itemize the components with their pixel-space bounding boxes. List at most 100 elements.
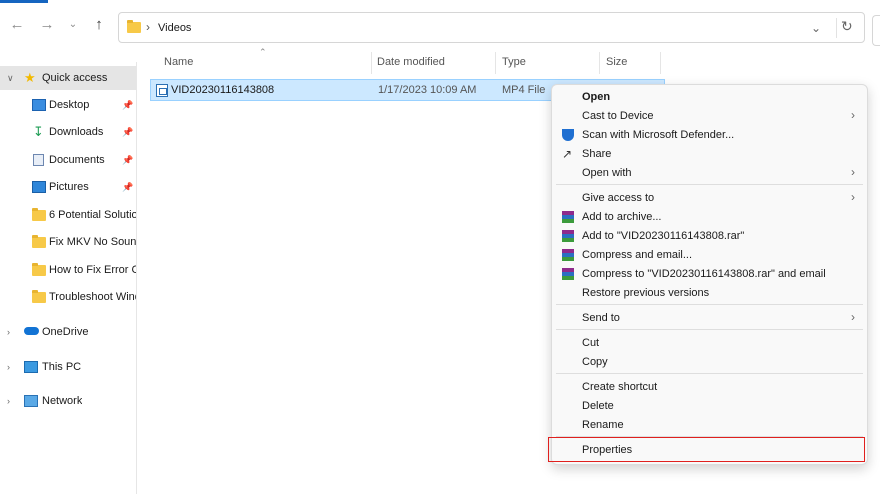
menu-item-give-access[interactable]: Give access to › <box>552 189 867 208</box>
sidebar-item-onedrive[interactable]: › OneDrive <box>0 320 136 344</box>
menu-item-rename[interactable]: Rename <box>552 416 867 435</box>
arrow-left-icon: ← <box>9 15 25 33</box>
winrar-icon <box>562 268 574 280</box>
search-box[interactable] <box>872 15 880 46</box>
computer-icon <box>24 361 38 373</box>
menu-item-cut[interactable]: Cut <box>552 334 867 353</box>
menu-separator <box>556 373 863 374</box>
menu-item-label: Send to <box>582 312 620 324</box>
submenu-chevron-icon: › <box>851 108 855 122</box>
refresh-icon[interactable]: ↻ <box>841 18 853 35</box>
document-icon <box>33 154 44 166</box>
address-dropdown-icon[interactable]: ⌄ <box>811 21 821 35</box>
sidebar-item-network[interactable]: › Network <box>0 389 136 413</box>
menu-item-label: Open <box>582 91 611 103</box>
sidebar-item-label: This PC <box>42 361 82 373</box>
file-type: MP4 File <box>502 84 546 96</box>
arrow-right-icon: → <box>39 15 55 33</box>
sidebar-item-pictures[interactable]: Pictures 📌 <box>0 175 136 199</box>
menu-item-copy[interactable]: Copy <box>552 353 867 372</box>
address-divider <box>836 18 837 38</box>
expand-chevron-icon[interactable]: › <box>7 327 10 337</box>
menu-item-label: Add to "VID20230116143808.rar" <box>582 230 745 242</box>
menu-item-cast-to-device[interactable]: Cast to Device › <box>552 107 867 126</box>
back-button[interactable]: ← <box>8 15 26 33</box>
menu-item-label: Compress to "VID20230116143808.rar" and … <box>582 268 826 280</box>
column-header-date[interactable]: Date modified <box>377 56 445 68</box>
network-icon <box>24 395 38 407</box>
navigation-pane: ∨ ★ Quick access Desktop 📌 ↧ Downloads 📌… <box>0 62 137 494</box>
menu-item-share[interactable]: ↗ Share <box>552 145 867 164</box>
menu-item-label: Open with <box>582 167 632 179</box>
sidebar-item-label: Fix MKV No Sound <box>49 236 136 248</box>
sidebar-item-this-pc[interactable]: › This PC <box>0 355 136 379</box>
sidebar-item-quick-access[interactable]: ∨ ★ Quick access <box>0 66 136 90</box>
up-button[interactable]: ↑ <box>90 15 108 33</box>
winrar-icon <box>562 230 574 242</box>
menu-item-compress-email[interactable]: Compress and email... <box>552 246 867 265</box>
menu-separator <box>556 329 863 330</box>
winrar-icon <box>562 211 574 223</box>
star-icon: ★ <box>24 70 36 85</box>
file-name: VID20230116143808 <box>171 84 275 96</box>
menu-item-restore-previous[interactable]: Restore previous versions <box>552 284 867 303</box>
column-divider[interactable] <box>660 52 661 74</box>
column-divider[interactable] <box>599 52 600 74</box>
desktop-icon <box>32 99 46 111</box>
sidebar-item-folder[interactable]: Fix MKV No Sound <box>0 230 136 254</box>
column-headers: ⌃ Name Date modified Type Size <box>137 47 880 74</box>
download-icon: ↧ <box>33 124 44 139</box>
menu-item-open-with[interactable]: Open with › <box>552 164 867 183</box>
sidebar-item-folder[interactable]: How to Fix Error Co <box>0 258 136 282</box>
share-icon: ↗ <box>562 147 573 161</box>
menu-item-label: Delete <box>582 400 614 412</box>
menu-item-compress-rar-email[interactable]: Compress to "VID20230116143808.rar" and … <box>552 265 867 284</box>
menu-item-add-to-archive[interactable]: Add to archive... <box>552 208 867 227</box>
column-divider[interactable] <box>495 52 496 74</box>
address-bar[interactable]: › Videos ⌄ ↻ <box>118 12 865 43</box>
menu-item-label: Compress and email... <box>582 249 693 261</box>
menu-item-label: Rename <box>582 419 624 431</box>
folder-icon <box>32 208 46 222</box>
expand-chevron-icon[interactable]: › <box>7 362 10 372</box>
column-header-name[interactable]: Name <box>164 56 193 68</box>
sidebar-item-label: Quick access <box>42 72 108 84</box>
sidebar-item-label: Troubleshoot Wind <box>49 291 136 303</box>
breadcrumb-videos[interactable]: Videos <box>158 22 191 34</box>
menu-separator <box>556 304 863 305</box>
pictures-icon <box>32 181 46 193</box>
column-header-type[interactable]: Type <box>502 56 526 68</box>
sidebar-item-desktop[interactable]: Desktop 📌 <box>0 93 136 117</box>
menu-item-send-to[interactable]: Send to › <box>552 309 867 328</box>
annotation-highlight-box <box>548 437 865 462</box>
menu-item-scan-defender[interactable]: Scan with Microsoft Defender... <box>552 126 867 145</box>
sidebar-item-label: How to Fix Error Co <box>49 264 136 276</box>
column-divider[interactable] <box>371 52 372 74</box>
recent-locations-button[interactable]: ⌄ <box>64 15 82 33</box>
sidebar-item-folder[interactable]: Troubleshoot Wind <box>0 285 136 309</box>
submenu-chevron-icon: › <box>851 165 855 179</box>
menu-item-label: Create shortcut <box>582 381 658 393</box>
breadcrumb-chevron-icon: › <box>146 20 150 34</box>
sidebar-item-downloads[interactable]: ↧ Downloads 📌 <box>0 120 136 144</box>
menu-item-label: Give access to <box>582 192 655 204</box>
sidebar-item-label: OneDrive <box>42 326 89 338</box>
menu-item-add-to-rar[interactable]: Add to "VID20230116143808.rar" <box>552 227 867 246</box>
menu-item-label: Share <box>582 148 612 160</box>
menu-item-open[interactable]: Open <box>552 88 867 107</box>
arrow-up-icon: ↑ <box>95 15 103 33</box>
video-file-icon <box>156 84 168 97</box>
menu-item-delete[interactable]: Delete <box>552 397 867 416</box>
sidebar-item-label: Pictures <box>49 181 89 193</box>
menu-item-label: Cast to Device <box>582 110 654 122</box>
pin-icon: 📌 <box>122 181 134 192</box>
forward-button[interactable]: → <box>38 15 56 33</box>
sidebar-item-documents[interactable]: Documents 📌 <box>0 148 136 172</box>
column-header-size[interactable]: Size <box>606 56 627 68</box>
expand-chevron-icon[interactable]: › <box>7 396 10 406</box>
menu-item-label: Restore previous versions <box>582 287 710 299</box>
menu-item-create-shortcut[interactable]: Create shortcut <box>552 378 867 397</box>
file-date: 1/17/2023 10:09 AM <box>378 84 477 96</box>
collapse-chevron-icon[interactable]: ∨ <box>7 73 14 84</box>
sidebar-item-folder[interactable]: 6 Potential Solution <box>0 203 136 227</box>
